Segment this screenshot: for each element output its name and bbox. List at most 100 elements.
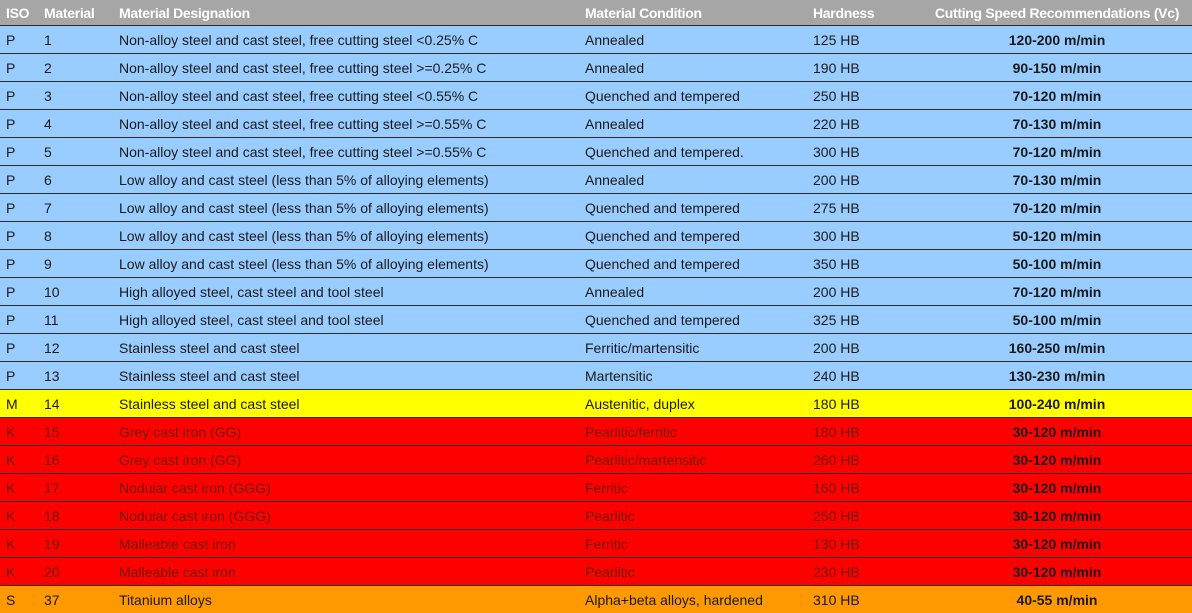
- cell-speed: 100-240 m/min: [922, 389, 1192, 418]
- header-speed: Cutting Speed Recommendations (Vc): [922, 0, 1192, 26]
- table-row: K 15 Grey cast iron (GG) Pearlitic/ferritic…: [0, 417, 1192, 446]
- table-row: P 2 Non-alloy steel and cast steel, free c…: [0, 53, 1192, 82]
- cell-designation: Nodular cast iron (GGG): [113, 473, 579, 502]
- table-row: P 5 Non-alloy steel and cast steel, free c…: [0, 137, 1192, 166]
- cell-designation: Nodular cast iron (GGG): [113, 501, 579, 530]
- cell-condition: Annealed: [579, 25, 807, 54]
- table-row: K 20 Malleable cast iron Pearlitic 230 HB 30-…: [0, 557, 1192, 586]
- table-row: P 13 Stainless steel and cast steel Martens…: [0, 361, 1192, 390]
- cell-iso: P: [0, 137, 38, 166]
- cell-speed: 90-150 m/min: [922, 53, 1192, 82]
- header-row: ISO Material Material Designation Materi…: [0, 0, 1192, 26]
- cell-designation: Non-alloy steel and cast steel, free cut…: [113, 53, 579, 82]
- table-row: P 6 Low alloy and cast steel (less than 5%…: [0, 165, 1192, 194]
- cell-designation: High alloyed steel, cast steel and tool …: [113, 305, 579, 334]
- cell-speed: 50-120 m/min: [922, 221, 1192, 250]
- cell-iso: K: [0, 445, 38, 474]
- cell-designation: High alloyed steel, cast steel and tool …: [113, 277, 579, 306]
- cell-designation: Stainless steel and cast steel: [113, 361, 579, 390]
- cell-condition: Pearlitic: [579, 501, 807, 530]
- cell-iso: K: [0, 557, 38, 586]
- cell-material: 16: [38, 445, 113, 474]
- table-row: P 3 Non-alloy steel and cast steel, free c…: [0, 81, 1192, 110]
- cell-designation: Grey cast iron (GG): [113, 417, 579, 446]
- table-row: P 7 Low alloy and cast steel (less than 5%…: [0, 193, 1192, 222]
- cell-speed: 50-100 m/min: [922, 305, 1192, 334]
- cell-speed: 70-120 m/min: [922, 193, 1192, 222]
- cell-iso: P: [0, 53, 38, 82]
- cell-condition: Quenched and tempered: [579, 81, 807, 110]
- cell-condition: Martensitic: [579, 361, 807, 390]
- cell-hardness: 310 HB: [807, 585, 922, 613]
- cell-hardness: 250 HB: [807, 501, 922, 530]
- cell-iso: M: [0, 389, 38, 418]
- cell-iso: P: [0, 165, 38, 194]
- cell-hardness: 300 HB: [807, 137, 922, 166]
- cell-iso: S: [0, 585, 38, 613]
- cell-material: 2: [38, 53, 113, 82]
- cell-hardness: 130 HB: [807, 529, 922, 558]
- cell-iso: P: [0, 81, 38, 110]
- cell-hardness: 260 HB: [807, 445, 922, 474]
- cell-material: 14: [38, 389, 113, 418]
- header-material: Material: [38, 0, 113, 26]
- cell-speed: 40-55 m/min: [922, 585, 1192, 613]
- cell-speed: 160-250 m/min: [922, 333, 1192, 362]
- table-row: P 8 Low alloy and cast steel (less than 5%…: [0, 221, 1192, 250]
- cell-speed: 70-120 m/min: [922, 277, 1192, 306]
- header-condition: Material Condition: [579, 0, 807, 26]
- cell-material: 10: [38, 277, 113, 306]
- cell-hardness: 180 HB: [807, 389, 922, 418]
- cell-iso: P: [0, 361, 38, 390]
- table-row: P 4 Non-alloy steel and cast steel, free c…: [0, 109, 1192, 138]
- cell-designation: Non-alloy steel and cast steel, free cut…: [113, 25, 579, 54]
- cell-hardness: 200 HB: [807, 333, 922, 362]
- table-row: P 9 Low alloy and cast steel (less than 5%…: [0, 249, 1192, 278]
- cell-designation: Non-alloy steel and cast steel, free cut…: [113, 81, 579, 110]
- cell-hardness: 200 HB: [807, 165, 922, 194]
- table-row: M 14 Stainless steel and cast steel Austeni…: [0, 389, 1192, 418]
- cell-designation: Non-alloy steel and cast steel, free cut…: [113, 137, 579, 166]
- cell-condition: Annealed: [579, 277, 807, 306]
- cell-condition: Annealed: [579, 53, 807, 82]
- cell-material: 19: [38, 529, 113, 558]
- cell-designation: Low alloy and cast steel (less than 5% o…: [113, 249, 579, 278]
- table-row: P 11 High alloyed steel, cast steel and to…: [0, 305, 1192, 334]
- cell-hardness: 200 HB: [807, 277, 922, 306]
- cell-material: 15: [38, 417, 113, 446]
- cell-hardness: 125 HB: [807, 25, 922, 54]
- cell-iso: K: [0, 529, 38, 558]
- cell-hardness: 230 HB: [807, 557, 922, 586]
- table-row: K 18 Nodular cast iron (GGG) Pearlitic 250 H…: [0, 501, 1192, 530]
- cell-designation: Stainless steel and cast steel: [113, 389, 579, 418]
- cell-condition: Pearlitic/martensitic: [579, 445, 807, 474]
- table-header: ISO Material Material Designation Materi…: [0, 0, 1192, 26]
- header-iso: ISO: [0, 0, 38, 26]
- cell-condition: Quenched and tempered.: [579, 137, 807, 166]
- cell-designation: Low alloy and cast steel (less than 5% o…: [113, 165, 579, 194]
- cell-designation: Low alloy and cast steel (less than 5% o…: [113, 193, 579, 222]
- cell-hardness: 300 HB: [807, 221, 922, 250]
- cell-speed: 70-120 m/min: [922, 137, 1192, 166]
- cell-hardness: 240 HB: [807, 361, 922, 390]
- cell-material: 9: [38, 249, 113, 278]
- cell-iso: P: [0, 333, 38, 362]
- cell-material: 7: [38, 193, 113, 222]
- cell-material: 5: [38, 137, 113, 166]
- table-row: K 16 Grey cast iron (GG) Pearlitic/martensi…: [0, 445, 1192, 474]
- cell-hardness: 190 HB: [807, 53, 922, 82]
- cell-designation: Malleable cast iron: [113, 557, 579, 586]
- cell-designation: Stainless steel and cast steel: [113, 333, 579, 362]
- cell-material: 17: [38, 473, 113, 502]
- cell-designation: Grey cast iron (GG): [113, 445, 579, 474]
- table-row: S 37 Titanium alloys Alpha+beta alloys, har…: [0, 585, 1192, 613]
- cell-condition: Pearlitic/ferritic: [579, 417, 807, 446]
- cell-condition: Alpha+beta alloys, hardened: [579, 585, 807, 613]
- cell-iso: P: [0, 249, 38, 278]
- cell-condition: Ferritic/martensitic: [579, 333, 807, 362]
- cell-condition: Austenitic, duplex: [579, 389, 807, 418]
- cell-material: 20: [38, 557, 113, 586]
- cell-material: 8: [38, 221, 113, 250]
- cell-speed: 130-230 m/min: [922, 361, 1192, 390]
- cell-speed: 70-130 m/min: [922, 165, 1192, 194]
